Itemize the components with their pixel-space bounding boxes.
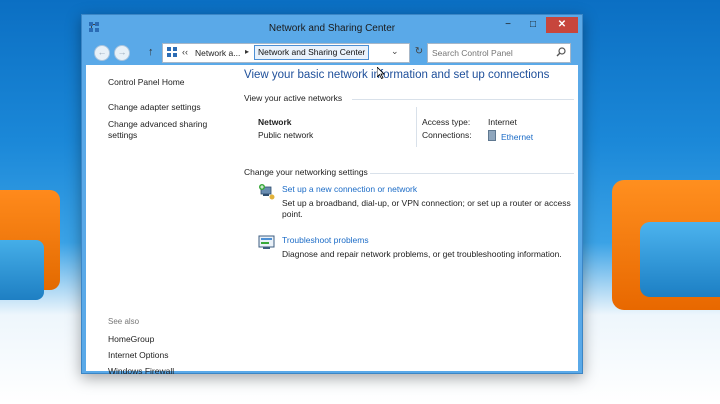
sidebar-link-homegroup[interactable]: HomeGroup xyxy=(108,334,154,344)
ethernet-connection-link[interactable]: Ethernet xyxy=(488,130,533,142)
forward-button[interactable]: → xyxy=(114,45,130,61)
close-button[interactable]: ✕ xyxy=(546,17,578,33)
address-dropdown-icon[interactable]: ⌄ xyxy=(391,46,399,57)
network-category[interactable]: Public network xyxy=(258,130,313,140)
search-input[interactable] xyxy=(432,46,550,59)
sidebar-link-control-panel-home[interactable]: Control Panel Home xyxy=(108,77,185,87)
access-type-value: Internet xyxy=(488,117,517,127)
troubleshoot-problems-description: Diagnose and repair network problems, or… xyxy=(282,249,562,259)
sidebar-link-advanced-sharing-settings[interactable]: Change advanced sharing settings xyxy=(108,119,226,141)
troubleshoot-icon xyxy=(258,235,275,249)
desktop-decoration-left-blue xyxy=(0,240,44,300)
sidebar: Control Panel Home Change adapter settin… xyxy=(86,65,236,376)
main-panel: View your basic network information and … xyxy=(244,65,574,371)
networking-settings-label: Change your networking settings xyxy=(244,167,368,177)
desktop-decoration-right-blue xyxy=(640,222,720,297)
network-divider xyxy=(416,107,417,147)
network-name: Network xyxy=(258,117,292,127)
setup-new-connection-link[interactable]: Set up a new connection or network xyxy=(282,184,417,194)
up-button[interactable]: ↑ xyxy=(148,46,154,58)
network-icon xyxy=(167,47,177,57)
back-button[interactable]: ← xyxy=(94,45,110,61)
breadcrumb-overflow-chevron[interactable]: ‹‹ xyxy=(182,47,188,57)
breadcrumb-current[interactable]: Network and Sharing Center xyxy=(254,45,370,60)
ethernet-icon xyxy=(488,130,496,141)
active-networks-label: View your active networks xyxy=(244,93,343,103)
minimize-button[interactable]: − xyxy=(497,17,519,33)
network-sharing-center-window: Network and Sharing Center − □ ✕ ← → ↑ ‹… xyxy=(81,14,583,376)
page-heading: View your basic network information and … xyxy=(244,69,550,81)
see-also-label: See also xyxy=(108,317,140,326)
search-icon[interactable] xyxy=(556,47,566,57)
setup-new-connection-description: Set up a broadband, dial-up, or VPN conn… xyxy=(282,198,571,219)
refresh-button[interactable]: ↻ xyxy=(411,44,427,60)
content-area: Control Panel Home Change adapter settin… xyxy=(86,65,578,376)
sidebar-link-internet-options[interactable]: Internet Options xyxy=(108,350,168,360)
mouse-cursor-icon xyxy=(377,67,385,79)
breadcrumb-network-internet[interactable]: Network a... xyxy=(195,48,240,58)
sidebar-link-windows-firewall[interactable]: Windows Firewall xyxy=(108,366,174,376)
sidebar-link-change-adapter-settings[interactable]: Change adapter settings xyxy=(108,102,201,112)
ethernet-label: Ethernet xyxy=(501,132,534,142)
section-divider xyxy=(370,173,574,174)
maximize-button[interactable]: □ xyxy=(522,17,544,33)
navigation-bar: ← → ↑ ‹‹ Network a... ▸ Network and Shar… xyxy=(86,42,578,64)
address-bar[interactable]: ‹‹ Network a... ▸ Network and Sharing Ce… xyxy=(162,43,410,63)
section-divider xyxy=(352,99,574,100)
troubleshoot-problems-link[interactable]: Troubleshoot problems xyxy=(282,235,369,245)
new-connection-icon xyxy=(259,184,275,200)
breadcrumb-separator-icon[interactable]: ▸ xyxy=(245,47,249,56)
title-bar[interactable]: Network and Sharing Center − □ ✕ xyxy=(82,15,582,41)
access-type-label: Access type: xyxy=(422,117,471,127)
search-box[interactable] xyxy=(427,43,571,63)
connections-label: Connections: xyxy=(422,130,472,140)
